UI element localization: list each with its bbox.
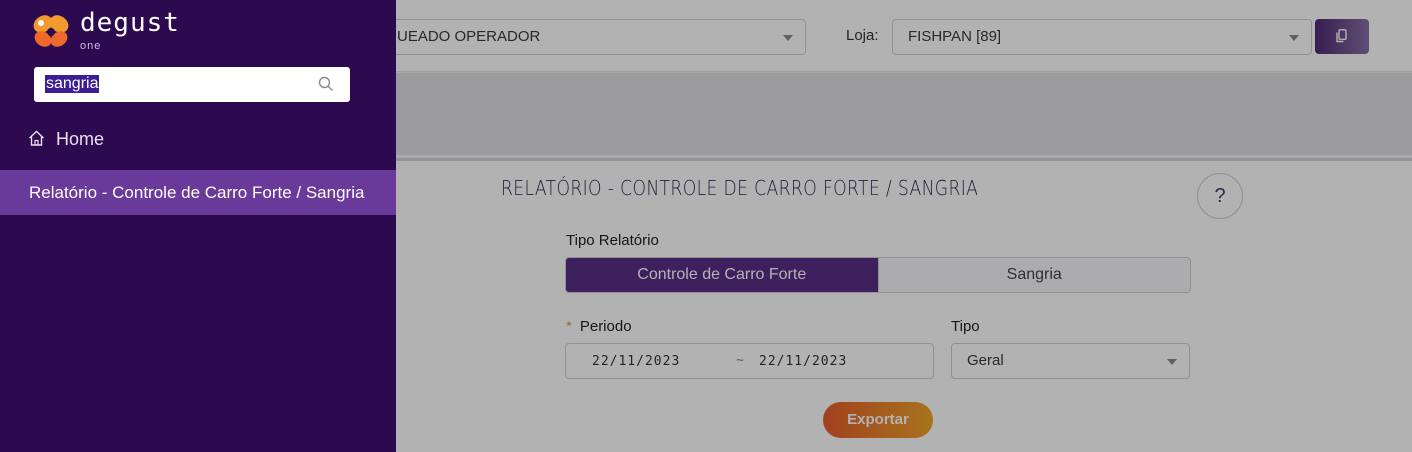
sidebar-drawer: degust one sangria Home Relatório - Cont… [0,0,396,452]
home-icon [29,130,44,146]
sidebar-item-label: Home [56,129,105,149]
sidebar-item-relatorio-carro-forte-sangria[interactable]: Relatório - Controle de Carro Forte / Sa… [0,170,396,215]
menu-search-input[interactable]: sangria [45,75,100,93]
degust-logo-icon [33,15,69,47]
logo-subtext: one [80,40,102,52]
menu-search-box[interactable]: sangria [34,67,350,102]
sidebar-item-home[interactable]: Home [0,118,396,160]
search-icon[interactable] [318,76,334,92]
logo-text: degust [80,8,180,38]
sidebar-item-label: Relatório - Controle de Carro Forte / Sa… [29,183,365,202]
